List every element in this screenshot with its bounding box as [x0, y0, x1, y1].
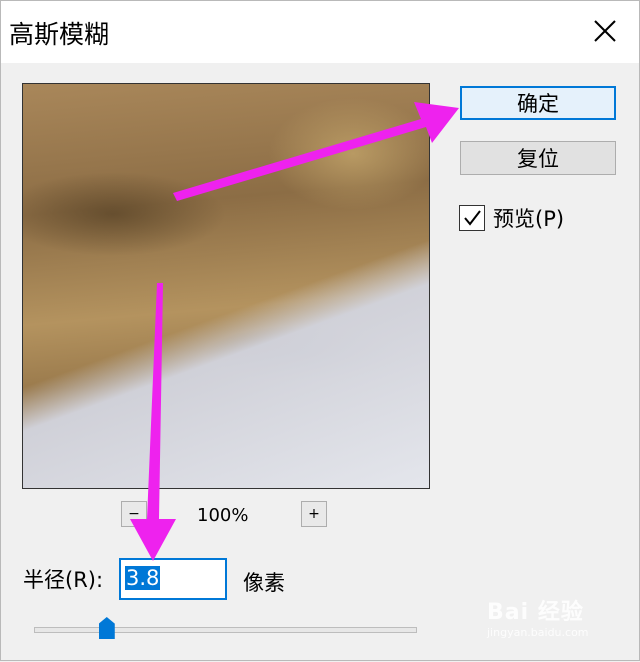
- zoom-in-button[interactable]: +: [301, 501, 327, 527]
- checkmark-icon: [464, 210, 481, 226]
- close-button[interactable]: [585, 11, 625, 51]
- preview-checkbox[interactable]: [459, 205, 485, 231]
- zoom-out-button[interactable]: −: [121, 501, 147, 527]
- watermark-sub: jingyan.baidu.com: [487, 626, 589, 639]
- watermark-main: Bai 经验: [487, 600, 584, 625]
- ok-button[interactable]: 确定: [460, 86, 616, 120]
- radius-slider-thumb[interactable]: [98, 617, 115, 639]
- title-bar: 高斯模糊: [1, 1, 639, 63]
- radius-value: 3.8: [125, 566, 161, 590]
- gaussian-blur-dialog: 高斯模糊 − 100% + 确定 复位 预览(P) 半径(R): 3.8 像素: [0, 0, 640, 661]
- radius-unit: 像素: [243, 571, 285, 595]
- preview-label: 预览(P): [493, 207, 565, 231]
- close-icon: [594, 20, 616, 42]
- preview-checkbox-row[interactable]: 预览(P): [459, 201, 564, 235]
- blur-preview-image[interactable]: [22, 83, 430, 489]
- radius-slider-track[interactable]: [34, 627, 417, 633]
- radius-input[interactable]: 3.8: [119, 558, 227, 600]
- dialog-title: 高斯模糊: [9, 20, 110, 49]
- zoom-level: 100%: [197, 505, 249, 526]
- zoom-controls: − 100% +: [121, 501, 331, 529]
- reset-button[interactable]: 复位: [460, 141, 616, 175]
- baidu-watermark: Bai 经验 jingyan.baidu.com: [487, 594, 617, 640]
- radius-label: 半径(R):: [23, 568, 104, 592]
